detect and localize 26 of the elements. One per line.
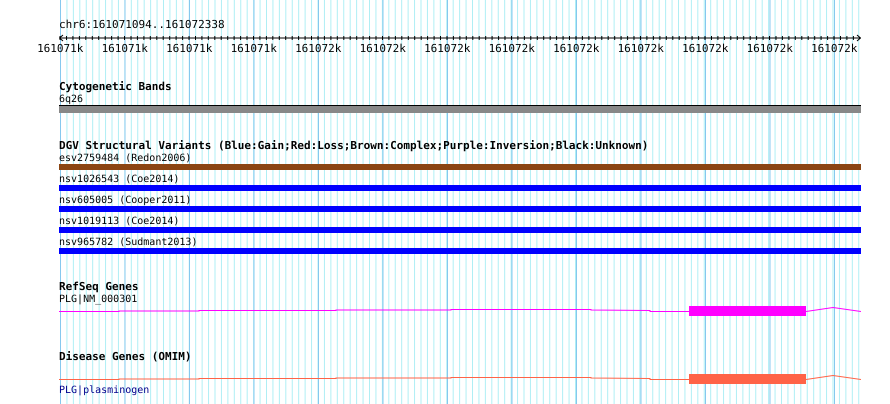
band-label: 6q26 <box>59 94 84 105</box>
ruler-label: 161071k <box>230 42 277 55</box>
gene-link[interactable]: PLG|plasminogen <box>59 385 150 396</box>
track-title: Disease Genes (OMIM) <box>59 351 192 363</box>
ruler-label: 161072k <box>618 42 664 55</box>
locus-title: chr6:161071094..161072338 <box>59 19 225 31</box>
track-title: RefSeq Genes <box>59 281 138 293</box>
variant-label: nsv1019113 (Coe2014) <box>59 216 180 227</box>
variant-label: nsv605005 (Cooper2011) <box>59 195 192 206</box>
ruler-label: 161071k <box>102 42 148 55</box>
ruler-label: 161071k <box>166 42 212 55</box>
ruler-label: 161072k <box>746 42 793 55</box>
ruler-label: 161072k <box>811 42 858 55</box>
ruler-label: 161072k <box>424 42 470 55</box>
ruler-label: 161072k <box>488 42 535 55</box>
track-title: Cytogenetic Bands <box>59 81 172 93</box>
ruler-label: 161072k <box>682 42 728 55</box>
variant-label: esv2759484 (Redon2006) <box>59 153 192 164</box>
variant-label: nsv965782 (Sudmant2013) <box>59 237 198 248</box>
variant-label: nsv1026543 (Coe2014) <box>59 174 180 185</box>
ruler-label: 161071k <box>37 42 84 55</box>
ruler-label: 161072k <box>360 42 406 55</box>
track-title: DGV Structural Variants (Blue:Gain;Red:Loss;Brown:Complex;Purple:Inversion;Black:Unknown) <box>59 140 648 152</box>
gene-label: PLG|NM_000301 <box>59 294 138 305</box>
ruler-label: 161072k <box>553 42 600 55</box>
ruler-label: 161072k <box>295 42 342 55</box>
